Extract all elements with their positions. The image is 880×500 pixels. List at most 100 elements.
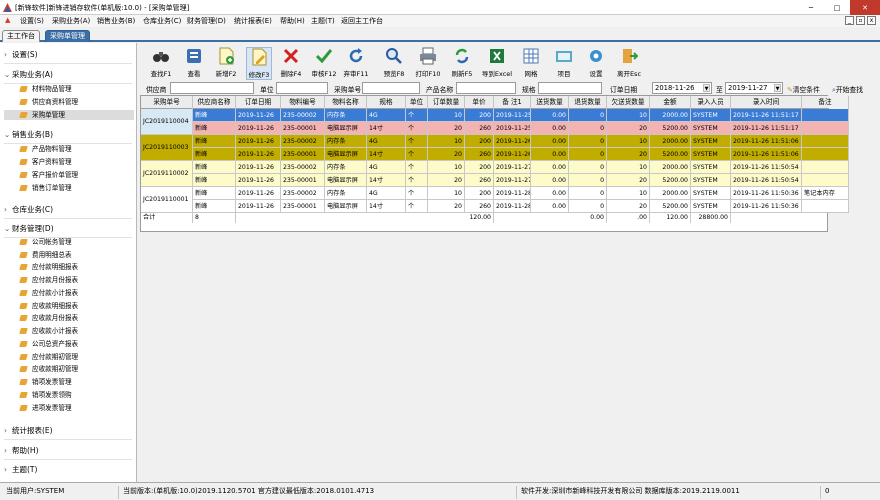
table-row[interactable]: 新峰 2019-11-26 235-00002 内存条 4G 个 10 200 2019-11-…: [141, 161, 849, 174]
table-cell: 2019-11-28: [494, 187, 531, 200]
column-header-7[interactable]: 订单数量: [428, 96, 465, 109]
sidebar-item-4-0[interactable]: 公司帐务管理: [4, 237, 134, 247]
sidebar-group-5[interactable]: › 统计报表(E): [4, 425, 53, 436]
spec-input[interactable]: [538, 82, 602, 94]
table-row[interactable]: 新峰 2019-11-26 235-00002 内存条 4G 个 10 200 2019-11-…: [141, 109, 849, 122]
date-to-picker[interactable]: 2019-11-27 ▼: [725, 82, 783, 94]
table-row[interactable]: 新峰 2019-11-26 235-00001 电脑显示屏 14寸个 20 260 2019-…: [141, 122, 849, 135]
sidebar-item-4-12[interactable]: 销项发票领购: [4, 390, 134, 400]
column-header-12[interactable]: 欠送货数量: [607, 96, 650, 109]
toolbar-button-12[interactable]: 项目: [551, 47, 577, 80]
tab-main-workbench[interactable]: 主工作台: [2, 30, 40, 42]
sidebar-item-4-5[interactable]: 应收款明细报表: [4, 301, 134, 311]
date-from-picker[interactable]: 2018-11-26 ▼: [652, 82, 712, 94]
table-cell: 2019-11-26: [236, 187, 281, 200]
sidebar-item-1-0[interactable]: 材料物品管理: [4, 84, 134, 94]
toolbar-button-1[interactable]: 查看: [181, 47, 207, 80]
sidebar-item-1-1[interactable]: 供应商资料管理: [4, 97, 134, 107]
menu-item-4[interactable]: 财务管理(D): [187, 16, 226, 26]
menu-item-8[interactable]: 返回主工作台: [341, 16, 383, 26]
supplier-input[interactable]: [170, 82, 254, 94]
sidebar-group-0[interactable]: › 设置(S): [4, 49, 38, 60]
column-header-4[interactable]: 物料名称: [325, 96, 367, 109]
column-header-13[interactable]: 金额: [650, 96, 691, 109]
menu-item-7[interactable]: 主题(T): [311, 16, 335, 26]
mdi-minimize-button[interactable]: _: [845, 16, 854, 25]
toolbar-button-10[interactable]: 导到Excel: [482, 47, 512, 80]
toolbar-button-8[interactable]: 打印F10: [415, 47, 441, 80]
toolbar-button-3[interactable]: 修改F3: [246, 47, 272, 80]
grid-icon: [523, 48, 539, 64]
toolbar-button-2[interactable]: 新增F2: [213, 47, 239, 80]
sidebar-item-4-2[interactable]: 应付款明细报表: [4, 262, 134, 272]
menu-item-3[interactable]: 仓库业务(C): [143, 16, 181, 26]
column-header-2[interactable]: 订单日期: [236, 96, 281, 109]
maximize-button[interactable]: □: [824, 0, 850, 15]
toolbar-button-9[interactable]: 刷新F5: [449, 47, 475, 80]
column-header-11[interactable]: 退货数量: [569, 96, 607, 109]
clear-conditions-button[interactable]: ✎清空条件: [787, 84, 820, 94]
menu-item-6[interactable]: 帮助(H): [280, 16, 305, 26]
sidebar-item-2-3[interactable]: 销售订单管理: [4, 183, 134, 193]
table-cell: 2019-11-26 11:51:06: [731, 148, 802, 161]
sidebar-group-7[interactable]: › 主题(T): [4, 464, 37, 475]
toolbar-button-13[interactable]: 设置: [583, 47, 609, 80]
menu-item-2[interactable]: 销售业务(B): [97, 16, 135, 26]
sidebar-item-4-9[interactable]: 应付款期初管理: [4, 352, 134, 362]
product-input[interactable]: [456, 82, 516, 94]
unit-input[interactable]: [276, 82, 328, 94]
sidebar-item-4-1[interactable]: 费用明细总表: [4, 250, 134, 260]
sidebar-item-2-0[interactable]: 产品物料管理: [4, 144, 134, 154]
column-header-14[interactable]: 录入人员: [691, 96, 731, 109]
sidebar-item-4-3[interactable]: 应付款月份报表: [4, 275, 134, 285]
toolbar-button-0[interactable]: 查找F1: [148, 47, 174, 80]
column-header-1[interactable]: 供应商名称: [193, 96, 236, 109]
menu-item-0[interactable]: 设置(S): [20, 16, 44, 26]
column-header-8[interactable]: 单价: [465, 96, 494, 109]
table-row[interactable]: 新峰 2019-11-26 235-00002 内存条 4G 个 10 200 2019-11-…: [141, 135, 849, 148]
menu-item-5[interactable]: 统计报表(E): [234, 16, 272, 26]
sidebar-item-4-11[interactable]: 销项发票管理: [4, 377, 134, 387]
menu-item-1[interactable]: 采购业务(A): [52, 16, 90, 26]
sidebar-group-1[interactable]: ⌄ 采购业务(A): [4, 69, 53, 80]
toolbar-button-6[interactable]: 弃审F11: [343, 47, 369, 80]
sidebar-group-2[interactable]: ⌄ 销售业务(B): [4, 129, 53, 140]
toolbar-button-5[interactable]: 审核F12: [311, 47, 337, 80]
sidebar-item-label: 应付款月份报表: [32, 276, 79, 284]
toolbar-button-7[interactable]: 预览F8: [381, 47, 407, 80]
column-header-6[interactable]: 单位: [406, 96, 428, 109]
column-header-15[interactable]: 录入时间: [731, 96, 802, 109]
sidebar-group-3[interactable]: › 仓库业务(C): [4, 204, 53, 215]
column-header-16[interactable]: 备注: [802, 96, 849, 109]
table-row[interactable]: 新峰 2019-11-26 235-00002 内存条 4G 个 10 200 2019-11-…: [141, 187, 849, 200]
sidebar-item-4-13[interactable]: 进项发票管理: [4, 403, 134, 413]
table-row[interactable]: 新峰 2019-11-26 235-00001 电脑显示屏 14寸个 20 260 2019-…: [141, 148, 849, 161]
column-header-3[interactable]: 物料编号: [281, 96, 325, 109]
sidebar-item-2-1[interactable]: 客户资料管理: [4, 157, 134, 167]
table-row[interactable]: 新峰 2019-11-26 235-00001 电脑显示屏 14寸个 20 260 2019-…: [141, 174, 849, 187]
toolbar-button-14[interactable]: 离开Esc: [616, 47, 642, 80]
sidebar-group-4[interactable]: ⌄ 财务管理(D): [4, 223, 54, 234]
sidebar-item-4-10[interactable]: 应收款期初管理: [4, 364, 134, 374]
sidebar-item-1-2[interactable]: 采购单管理: [4, 110, 134, 120]
sidebar-group-6[interactable]: › 帮助(H): [4, 445, 39, 456]
table-row[interactable]: 新峰 2019-11-26 235-00001 电脑显示屏 14寸个 20 260 2019-…: [141, 200, 849, 213]
toolbar-button-11[interactable]: 网格: [518, 47, 544, 80]
column-header-10[interactable]: 送货数量: [531, 96, 569, 109]
sidebar-item-4-4[interactable]: 应付款小计报表: [4, 288, 134, 298]
column-header-9[interactable]: 备 注1: [494, 96, 531, 109]
mdi-restore-button[interactable]: ▫: [856, 16, 865, 25]
tab-purchase-orders[interactable]: 采购单管理: [45, 30, 90, 42]
mdi-close-button[interactable]: x: [867, 16, 876, 25]
minimize-button[interactable]: ─: [798, 0, 824, 15]
sidebar-item-4-8[interactable]: 公司总资产报表: [4, 339, 134, 349]
sidebar-item-4-6[interactable]: 应收款月份报表: [4, 313, 134, 323]
column-header-5[interactable]: 规格: [367, 96, 406, 109]
order-no-input[interactable]: [362, 82, 420, 94]
toolbar-button-4[interactable]: 删除F4: [278, 47, 304, 80]
column-header-0[interactable]: 采购单号: [141, 96, 193, 109]
sidebar-item-2-2[interactable]: 客户报价单管理: [4, 170, 134, 180]
close-button[interactable]: ✕: [850, 0, 880, 15]
start-search-button[interactable]: ⌕开始查找: [832, 84, 863, 95]
sidebar-item-4-7[interactable]: 应收款小计报表: [4, 326, 134, 336]
